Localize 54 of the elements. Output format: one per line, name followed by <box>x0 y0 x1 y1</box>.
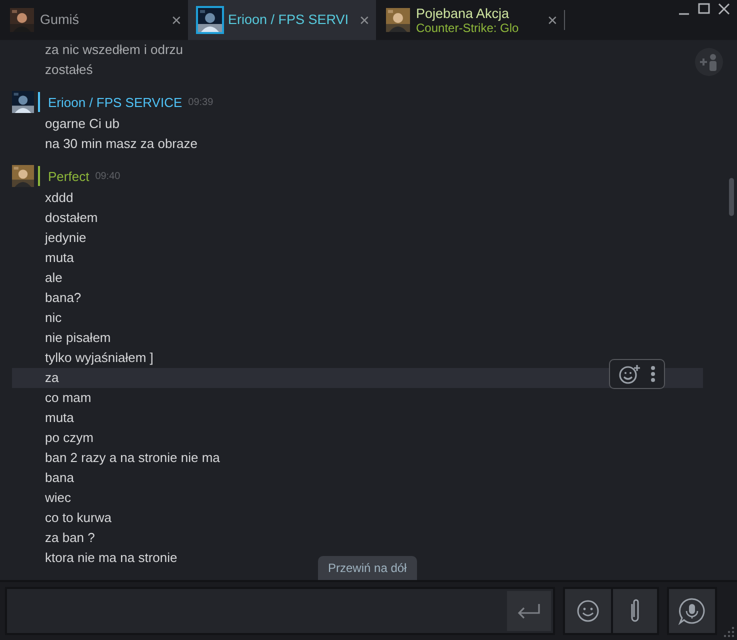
author-name[interactable]: Perfect <box>48 168 90 184</box>
author-name[interactable]: Erioon / FPS SERVICE <box>48 94 182 110</box>
message-text: ban 2 razy a na stronie nie ma <box>45 450 220 465</box>
message-text: muta <box>45 410 74 425</box>
chat-tab[interactable]: Pojebana Akcja Counter-Strike: Glo ✕ <box>376 0 564 40</box>
microphone-icon <box>678 597 706 625</box>
resize-grip-icon[interactable] <box>723 626 735 638</box>
message-text: ogarne Ci ub <box>45 116 120 131</box>
message-text: jedynie <box>45 230 86 245</box>
message-text: na 30 min masz za obraze <box>45 136 198 151</box>
chat-tab[interactable]: Gumiś ✕ <box>0 0 188 40</box>
attach-button[interactable] <box>611 589 657 633</box>
message-text: xddd <box>45 190 74 205</box>
message-text: zostałeś <box>45 62 93 77</box>
message-text: wiec <box>45 490 72 505</box>
message-text: co to kurwa <box>45 510 112 525</box>
tab-name: Pojebana Akcja <box>416 6 510 22</box>
close-icon[interactable] <box>717 2 731 16</box>
enter-icon <box>515 602 543 620</box>
send-button[interactable] <box>507 591 551 631</box>
voice-button[interactable] <box>667 587 717 635</box>
add-reaction-icon[interactable] <box>618 363 642 385</box>
message-text: tylko wyjaśniałem ] <box>45 350 154 365</box>
message-text: za <box>45 370 59 385</box>
message-input-field[interactable] <box>5 587 555 635</box>
message-time: 09:40 <box>95 170 120 182</box>
message-text: muta <box>45 250 74 265</box>
maximize-icon[interactable] <box>697 2 711 16</box>
close-tab-button[interactable]: ✕ <box>545 12 560 28</box>
add-friend-button[interactable] <box>695 48 723 76</box>
close-tab-button[interactable]: ✕ <box>169 12 184 28</box>
chat-tab[interactable]: Erioon / FPS SERVI ✕ <box>188 0 376 40</box>
message-time: 09:39 <box>188 96 214 108</box>
message-text: ale <box>45 270 62 285</box>
message-text: nie pisałem <box>45 330 111 345</box>
message-text: co mam <box>45 390 92 405</box>
message-text: za ban ? <box>45 530 95 545</box>
emoji-button[interactable] <box>565 589 611 633</box>
message-text: nic <box>45 310 62 325</box>
tab-name: Erioon / FPS SERVI <box>228 12 350 28</box>
scrollbar-thumb[interactable] <box>729 178 734 216</box>
message-text: po czym <box>45 430 94 445</box>
message-text: ktora nie ma na stronie <box>45 550 178 565</box>
close-tab-button[interactable]: ✕ <box>357 12 372 28</box>
message-text: bana? <box>45 290 82 305</box>
add-person-icon <box>699 52 719 72</box>
message-text: za nic wszedłem i odrzu <box>45 42 183 57</box>
smiley-icon <box>576 599 600 623</box>
more-icon[interactable] <box>650 365 656 383</box>
tab-game: Counter-Strike: Glo <box>416 22 520 34</box>
message-text: bana <box>45 470 74 485</box>
message-text: dostałem <box>45 210 98 225</box>
tab-name: Gumiś <box>40 12 80 28</box>
scroll-to-bottom-button[interactable]: Przewiń na dół <box>318 556 417 580</box>
